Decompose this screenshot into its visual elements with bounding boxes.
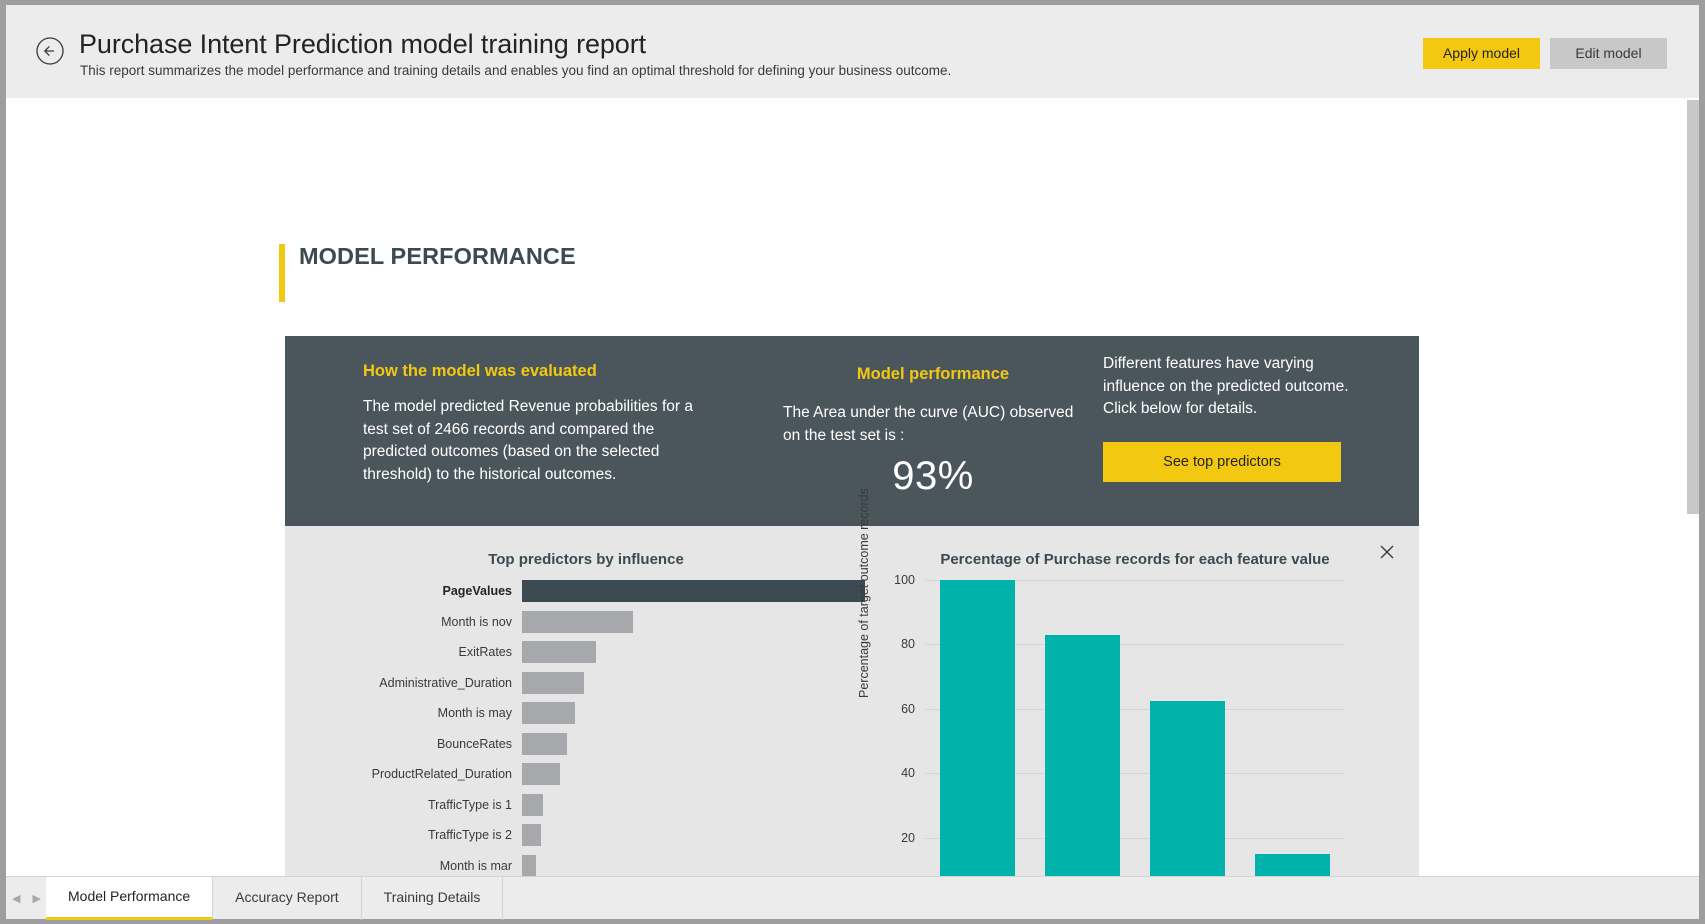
predictor-label: TrafficType is 2 <box>307 824 512 846</box>
predictor-label: ExitRates <box>307 641 512 663</box>
page-tab-bar: ◀ ▶ Model PerformanceAccuracy ReportTrai… <box>6 876 1699 919</box>
tab-model-performance[interactable]: Model Performance <box>46 877 213 920</box>
predictor-row[interactable]: Administrative_Duration <box>307 672 865 694</box>
auc-value: 93% <box>783 454 1083 499</box>
section-accent-bar <box>279 244 285 302</box>
next-page-icon[interactable]: ▶ <box>32 891 40 907</box>
predictor-row[interactable]: BounceRates <box>307 733 865 755</box>
section-title: MODEL PERFORMANCE <box>299 239 729 273</box>
predictor-label: Administrative_Duration <box>307 672 512 694</box>
page-subtitle: This report summarizes the model perform… <box>80 63 951 78</box>
predictor-label: Month is nov <box>307 611 512 633</box>
predictor-row[interactable]: Month is mar <box>307 855 865 877</box>
tab-accuracy-report[interactable]: Accuracy Report <box>213 877 361 920</box>
predictor-bar[interactable] <box>522 611 633 633</box>
y-tick-label: 80 <box>875 637 915 651</box>
evaluation-column: How the model was evaluated The model pr… <box>363 362 693 486</box>
predictor-bar[interactable] <box>522 672 584 694</box>
predictor-bar[interactable] <box>522 641 596 663</box>
plot-area: More than 230.3657.59 to 115.18115.18 to… <box>925 580 1345 876</box>
report-header: Purchase Intent Prediction model trainin… <box>6 5 1699 98</box>
feature-value-bar[interactable] <box>1045 635 1121 876</box>
y-axis-ticks: 020406080100 <box>875 580 915 876</box>
evaluation-body: The model predicted Revenue probabilitie… <box>363 396 693 486</box>
tab-training-details[interactable]: Training Details <box>362 877 504 920</box>
predictor-label: Month is mar <box>307 855 512 877</box>
predictor-label: Month is may <box>307 702 512 724</box>
y-tick-label: 20 <box>875 831 915 845</box>
model-summary-panel: How the model was evaluated The model pr… <box>285 336 1419 526</box>
predictor-bar[interactable] <box>522 824 541 846</box>
predictor-bar-track <box>522 580 865 602</box>
evaluation-heading: How the model was evaluated <box>363 362 693 381</box>
predictor-row[interactable]: TrafficType is 2 <box>307 824 865 846</box>
predictor-row[interactable]: ProductRelated_Duration <box>307 763 865 785</box>
predictor-bar-track <box>522 763 865 785</box>
tab-list: Model PerformanceAccuracy ReportTraining… <box>46 877 503 920</box>
predictor-bar[interactable] <box>522 794 543 816</box>
performance-column: Model performance The Area under the cur… <box>783 365 1083 499</box>
feature-value-bar[interactable] <box>940 580 1016 876</box>
predictor-bar-track <box>522 702 865 724</box>
predictor-bar-track <box>522 733 865 755</box>
window-border-right <box>1699 0 1705 924</box>
feature-value-bar[interactable] <box>1150 701 1226 876</box>
predictors-body: Different features have varying influenc… <box>1103 353 1373 421</box>
predictor-bar-track <box>522 641 865 663</box>
top-predictors-detail-panel: Top predictors by influence PageValues Mo… <box>285 526 1419 876</box>
feature-value-chart-title: Percentage of Purchase records for each … <box>865 551 1405 568</box>
previous-page-icon[interactable]: ◀ <box>12 891 20 907</box>
edit-model-button[interactable]: Edit model <box>1550 38 1667 69</box>
report-window: Purchase Intent Prediction model trainin… <box>0 0 1705 924</box>
vertical-scrollbar-thumb[interactable] <box>1687 100 1699 514</box>
y-axis-label: Percentage of target outcome records <box>857 488 871 698</box>
predictor-row[interactable]: ExitRates <box>307 641 865 663</box>
y-tick-label: 100 <box>875 573 915 587</box>
predictor-bar[interactable] <box>522 702 575 724</box>
page-title: Purchase Intent Prediction model trainin… <box>79 29 646 60</box>
feature-value-bar[interactable] <box>1255 854 1331 876</box>
predictor-bar[interactable] <box>522 763 560 785</box>
predictor-bar-track <box>522 824 865 846</box>
top-predictors-chart-title: Top predictors by influence <box>307 551 865 568</box>
performance-heading: Model performance <box>783 365 1083 384</box>
predictor-bar-track <box>522 794 865 816</box>
predictor-label: ProductRelated_Duration <box>307 763 512 785</box>
predictor-label: TrafficType is 1 <box>307 794 512 816</box>
predictor-bar[interactable] <box>522 580 865 602</box>
predictor-bar-track <box>522 855 865 877</box>
feature-value-chart: Percentage of target outcome records 020… <box>865 580 1405 876</box>
predictor-row[interactable]: TrafficType is 1 <box>307 794 865 816</box>
predictor-label: PageValues <box>307 580 512 602</box>
back-arrow-icon[interactable] <box>35 36 65 66</box>
predictor-bar-track <box>522 611 865 633</box>
performance-body: The Area under the curve (AUC) observed … <box>783 402 1083 447</box>
predictor-bar[interactable] <box>522 733 567 755</box>
see-top-predictors-button[interactable]: See top predictors <box>1103 442 1341 482</box>
y-tick-label: 40 <box>875 766 915 780</box>
predictors-column: Different features have varying influenc… <box>1103 353 1373 482</box>
report-canvas: MODEL PERFORMANCE How the model was eval… <box>6 98 1691 876</box>
predictor-row[interactable]: Month is nov <box>307 611 865 633</box>
predictor-label: BounceRates <box>307 733 512 755</box>
apply-model-button[interactable]: Apply model <box>1423 38 1540 69</box>
y-tick-label: 60 <box>875 702 915 716</box>
predictor-row[interactable]: PageValues <box>307 580 865 602</box>
top-predictors-chart: PageValues Month is nov ExitRates Administr… <box>307 580 865 876</box>
predictor-row[interactable]: Month is may <box>307 702 865 724</box>
predictor-bar[interactable] <box>522 855 536 877</box>
predictor-bar-track <box>522 672 865 694</box>
